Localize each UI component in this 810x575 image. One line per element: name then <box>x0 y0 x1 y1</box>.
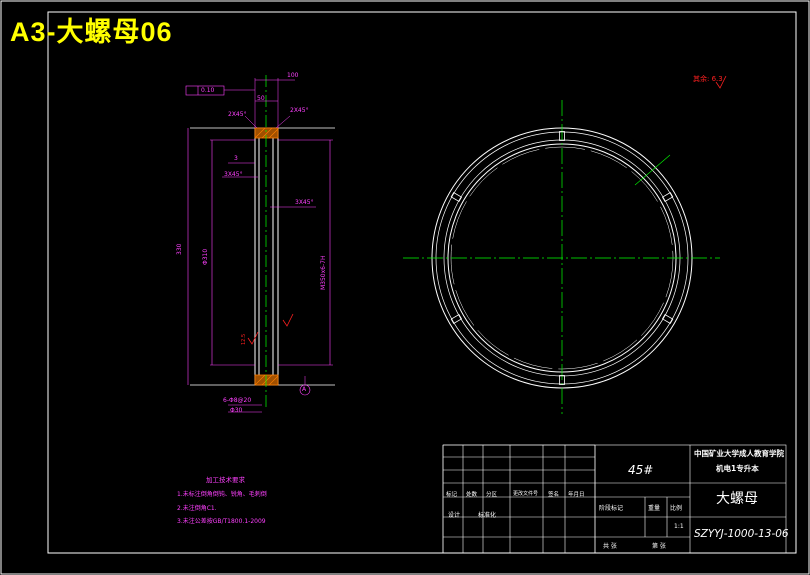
requirement-item: 2.未注倒角C1. <box>177 505 217 512</box>
dim-total-height: 330 <box>176 243 183 255</box>
row-label: 更改文件号 <box>513 491 539 497</box>
stage-label: 阶段标记 <box>599 505 624 512</box>
title-block-grid <box>442 444 596 554</box>
weight-label: 重量 <box>648 505 661 512</box>
section-view <box>185 75 335 413</box>
drawing-number: SZYYJ-1000-13-06 <box>694 528 789 540</box>
dim-groove-chamfer: 3X45° <box>224 171 243 178</box>
dim-inner-width: 50 <box>257 95 265 102</box>
dim-bottom-dia: Φ30 <box>230 407 243 414</box>
dim-thread-chamfer: 3X45° <box>295 199 314 206</box>
cad-drawing-canvas <box>0 0 810 575</box>
dim-top-width: 100 <box>287 72 299 79</box>
material-cell: 45# <box>628 463 654 477</box>
standard-label: 标准化 <box>478 512 497 519</box>
drawing-title: A3-大螺母06 <box>10 17 173 47</box>
requirement-item: 1.未标注倒角倒钝、锐角、毛刺倒 <box>177 491 267 498</box>
sheet-total: 共 张 <box>603 543 617 550</box>
datum-label: A <box>302 386 307 393</box>
school-name: 中国矿业大学成人教育学院 <box>694 449 784 458</box>
dim-chamfer-left: 2X45° <box>228 111 247 118</box>
roughness-general-prefix: 其余: <box>693 75 710 83</box>
row-label: 分区 <box>486 492 498 498</box>
row-label: 处数 <box>466 492 478 498</box>
roughness-mark-right <box>282 313 294 327</box>
dim-roughness-side: 12.5 <box>241 333 247 345</box>
requirement-item: 3.未注公差按GB/T1800.1-2009 <box>177 518 266 525</box>
drawing-outer-frame <box>0 0 810 575</box>
section-hatch-bottom <box>254 374 279 386</box>
sheet-number: 第 张 <box>652 543 666 550</box>
section-hatch-top <box>254 127 279 139</box>
roughness-general-label: 其余: 6.3 <box>693 74 723 84</box>
dim-bottom-holes: 6-Φ8@20 <box>223 397 252 404</box>
top-view <box>403 75 727 414</box>
row-label: 年月日 <box>568 492 585 498</box>
part-name: 大螺母 <box>716 491 758 507</box>
roughness-general-value: 6.3 <box>711 75 723 83</box>
dim-groove: 3 <box>234 155 238 162</box>
slot-mark <box>450 192 463 202</box>
drawing-inner-frame <box>47 11 797 554</box>
slot-mark <box>450 314 463 324</box>
class-name: 机电1专升本 <box>716 464 759 473</box>
ratio-label: 比例 <box>670 505 683 512</box>
row-label: 签名 <box>548 492 560 498</box>
design-label: 设计 <box>448 512 461 519</box>
roughness-mark-left <box>247 331 259 345</box>
scale-value: 1:1 <box>674 523 684 530</box>
row-label: 标记 <box>446 492 458 498</box>
slot-mark <box>661 314 674 324</box>
tolerance-value: 0.10 <box>201 87 215 94</box>
slot-mark <box>661 192 674 202</box>
requirements-title: 加工技术要求 <box>206 476 245 484</box>
dim-thread-spec: M350x6-7H <box>320 255 327 291</box>
dim-chamfer-right: 2X45° <box>290 107 309 114</box>
dim-bore: Φ310 <box>202 248 209 265</box>
